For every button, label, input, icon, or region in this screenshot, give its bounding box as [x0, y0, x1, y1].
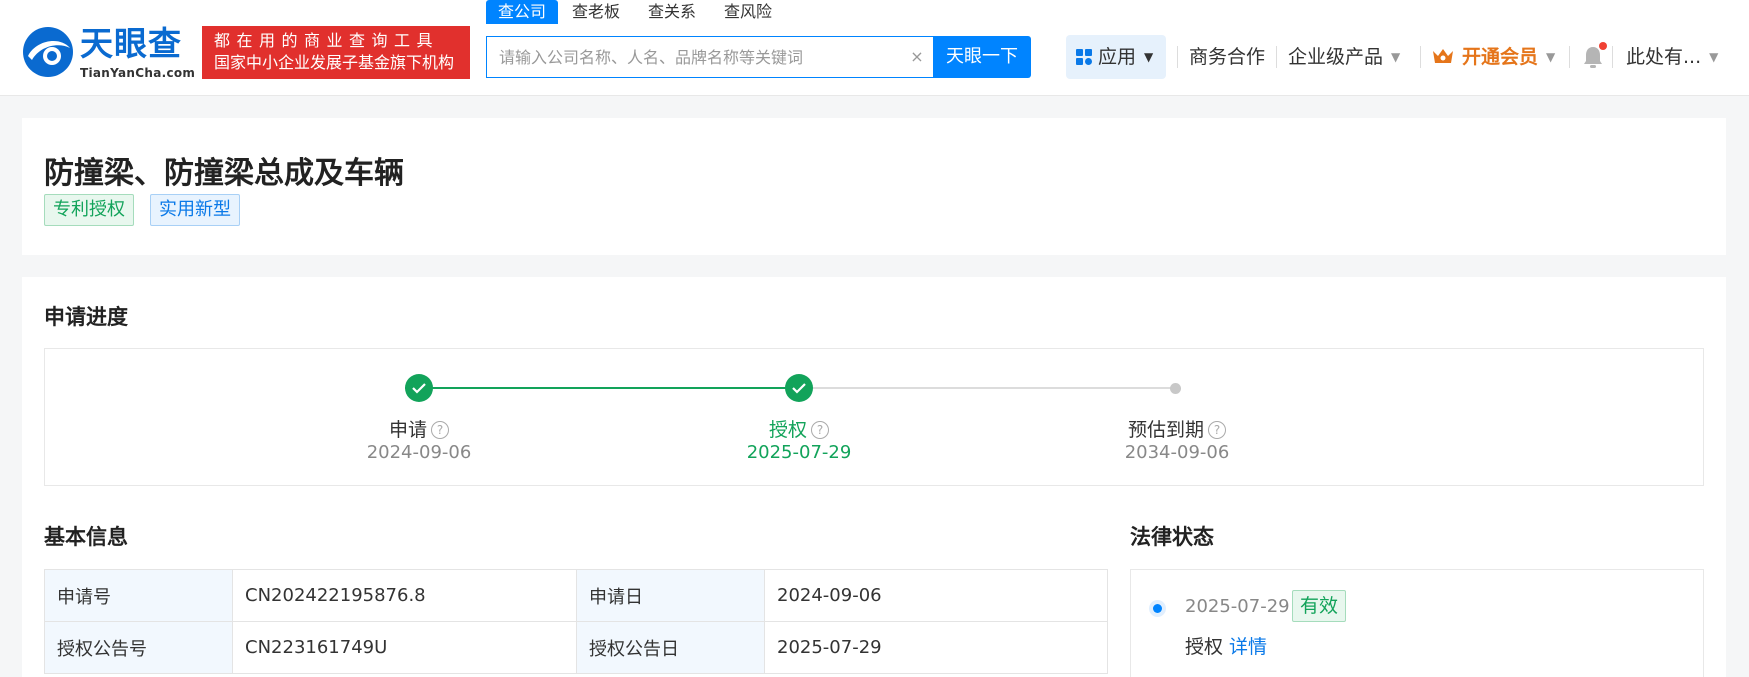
- nav-vip-label: 开通会员: [1462, 46, 1539, 68]
- help-icon[interactable]: ?: [811, 421, 829, 439]
- slogan-banner: 都在用的商业查询工具 国家中小企业发展子基金旗下机构: [202, 26, 470, 79]
- search-tab-risk[interactable]: 查风险: [724, 0, 772, 24]
- legal-status-section-title: 法律状态: [1130, 525, 1214, 549]
- slogan-line2: 国家中小企业发展子基金旗下机构: [214, 53, 455, 72]
- table-row: 授权公告号 CN223161749U 授权公告日 2025-07-29: [44, 621, 1108, 674]
- page-title: 防撞梁、防撞梁总成及车辆: [44, 156, 404, 191]
- step-pending-dot: [1170, 383, 1181, 394]
- basic-info-section-title: 基本信息: [44, 525, 128, 549]
- progress-line-pending: [799, 387, 1175, 389]
- logo-text: 天眼查: [80, 24, 182, 63]
- help-icon[interactable]: ?: [1208, 421, 1226, 439]
- type-badge: 实用新型: [150, 194, 240, 226]
- nav-vip[interactable]: 开通会员 ▼: [1432, 35, 1555, 79]
- top-header: 天眼查 TianYanCha.com 都在用的商业查询工具 国家中小企业发展子基…: [0, 0, 1749, 96]
- search-input[interactable]: [487, 37, 897, 77]
- legal-detail-link[interactable]: 详情: [1229, 632, 1267, 659]
- table-value: 2025-07-29: [764, 621, 1108, 674]
- nav-divider: [1569, 46, 1570, 68]
- legal-status-badge: 有效: [1292, 590, 1347, 622]
- table-row: 申请号 CN202422195876.8 申请日 2024-09-06: [44, 569, 1108, 622]
- step-label-apply: 申请?: [319, 415, 519, 442]
- logo-eye-icon: [23, 27, 73, 77]
- step-label-text: 申请: [388, 419, 427, 441]
- basic-info-table: 申请号 CN202422195876.8 申请日 2024-09-06 授权公告…: [44, 569, 1108, 674]
- nav-divider: [1276, 46, 1277, 68]
- caret-down-icon: ▼: [1144, 50, 1154, 64]
- timeline-dot: [1153, 604, 1162, 613]
- logo-domain: TianYanCha.com: [80, 66, 196, 80]
- nav-apps-button[interactable]: 应用 ▼: [1066, 35, 1166, 79]
- notification-dot: [1599, 42, 1607, 50]
- status-badge: 专利授权: [44, 194, 134, 226]
- search-box: ×: [486, 36, 934, 78]
- progress-line-done: [405, 387, 799, 389]
- apps-grid-icon: [1076, 49, 1092, 65]
- search-tab-company[interactable]: 查公司: [486, 0, 559, 24]
- table-key: 申请日: [576, 569, 765, 622]
- step-date-expiry: 2034-09-06: [1124, 442, 1230, 463]
- caret-down-icon: ▼: [1546, 50, 1556, 64]
- table-value: CN223161749U: [232, 621, 577, 674]
- site-logo[interactable]: 天眼查 TianYanCha.com: [22, 22, 196, 80]
- caret-down-icon: ▼: [1709, 50, 1719, 64]
- step-date-grant: 2025-07-29: [746, 442, 852, 463]
- step-label-text: 授权: [768, 419, 807, 441]
- help-icon[interactable]: ?: [431, 421, 449, 439]
- nav-divider: [1612, 46, 1613, 68]
- search-tab-boss[interactable]: 查老板: [572, 0, 620, 24]
- search-tab-relation[interactable]: 查关系: [648, 0, 696, 24]
- slogan-line1: 都在用的商业查询工具: [214, 31, 440, 50]
- step-date-apply: 2024-09-06: [366, 442, 472, 463]
- step-label-text: 预估到期: [1127, 419, 1204, 441]
- nav-divider: [1177, 46, 1178, 68]
- table-value: 2024-09-06: [764, 569, 1108, 622]
- crown-icon: [1433, 49, 1453, 63]
- search-button[interactable]: 天眼一下: [933, 36, 1031, 78]
- step-done-check-icon: [405, 374, 433, 402]
- nav-enterprise-label: 企业级产品: [1288, 46, 1384, 68]
- nav-enterprise[interactable]: 企业级产品 ▼: [1288, 35, 1400, 79]
- nav-divider: [1420, 46, 1421, 68]
- nav-user-label: 此处有...: [1626, 46, 1702, 68]
- caret-down-icon: ▼: [1391, 50, 1401, 64]
- legal-date: 2025-07-29: [1185, 596, 1290, 617]
- table-value: CN202422195876.8: [232, 569, 577, 622]
- step-done-check-icon: [785, 374, 813, 402]
- clear-icon[interactable]: ×: [907, 47, 927, 67]
- step-label-grant: 授权?: [699, 415, 899, 442]
- table-key: 申请号: [44, 569, 233, 622]
- progress-section-title: 申请进度: [44, 305, 128, 329]
- nav-user-menu[interactable]: 此处有... ▼: [1626, 35, 1718, 79]
- patent-detail-card: 申请进度 申请? 2024-09-06 授权? 2025-07-29 预估到期?…: [22, 277, 1726, 677]
- nav-business[interactable]: 商务合作: [1189, 35, 1265, 79]
- patent-title-card: 防撞梁、防撞梁总成及车辆 专利授权 实用新型: [22, 118, 1726, 255]
- table-key: 授权公告号: [44, 621, 233, 674]
- legal-status-list: 2025-07-29 有效 授权 详情: [1130, 569, 1704, 677]
- progress-timeline: 申请? 2024-09-06 授权? 2025-07-29 预估到期? 2034…: [44, 348, 1704, 486]
- legal-event-type: 授权: [1185, 636, 1224, 658]
- step-label-expiry: 预估到期?: [1077, 415, 1277, 442]
- table-key: 授权公告日: [576, 621, 765, 674]
- nav-apps-label: 应用: [1098, 46, 1137, 68]
